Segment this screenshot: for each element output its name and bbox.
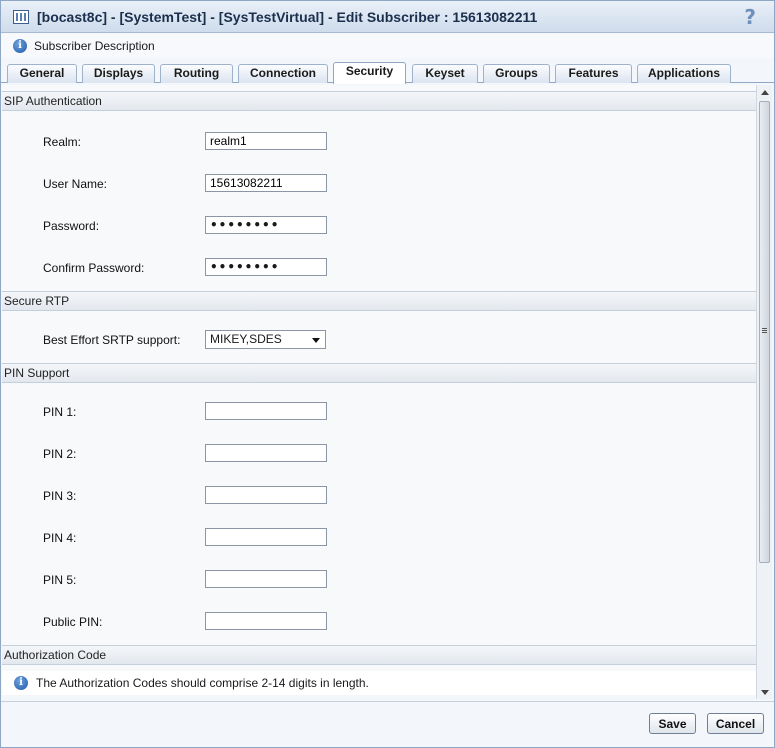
confirm-password-input[interactable]: ••••••••	[205, 258, 327, 276]
dialog-footer: Save Cancel	[1, 701, 774, 747]
pin1-input[interactable]	[205, 402, 327, 420]
srtp-support-value: MIKEY,SDES	[210, 332, 282, 346]
pin5-input[interactable]	[205, 570, 327, 588]
scroll-down-arrow-icon[interactable]	[761, 690, 769, 695]
edit-subscriber-window: [bocast8c] - [SystemTest] - [SysTestVirt…	[0, 0, 775, 748]
info-icon: i	[13, 39, 27, 53]
pin3-input[interactable]	[205, 486, 327, 504]
authorization-code-header: Authorization Code	[2, 645, 756, 665]
pin-support-header: PIN Support	[2, 363, 756, 383]
tab-routing[interactable]: Routing	[160, 64, 233, 83]
tab-bar: General Displays Routing Connection Secu…	[1, 61, 774, 84]
cancel-button[interactable]: Cancel	[707, 713, 764, 734]
pin5-label: PIN 5:	[43, 573, 77, 587]
public-pin-input[interactable]	[205, 612, 327, 630]
help-icon[interactable]: ?	[744, 5, 756, 29]
user-name-label: User Name:	[43, 177, 108, 191]
save-button[interactable]: Save	[649, 713, 696, 734]
pin3-label: PIN 3:	[43, 489, 77, 503]
tab-groups[interactable]: Groups	[483, 64, 550, 83]
tab-features[interactable]: Features	[555, 64, 632, 83]
password-input[interactable]: ••••••••	[205, 216, 327, 234]
srtp-support-select[interactable]: MIKEY,SDES	[205, 330, 326, 349]
confirm-password-label: Confirm Password:	[43, 261, 145, 275]
public-pin-label: Public PIN:	[43, 615, 103, 629]
vertical-scrollbar[interactable]	[756, 85, 772, 699]
secure-rtp-header: Secure RTP	[2, 291, 756, 311]
sip-authentication-header: SIP Authentication	[2, 91, 756, 111]
realm-input[interactable]	[205, 132, 327, 150]
security-panel: SIP Authentication Realm: User Name: Pas…	[2, 85, 756, 695]
authorization-note-text: The Authorization Codes should comprise …	[36, 676, 369, 690]
srtp-support-label: Best Effort SRTP support:	[43, 333, 181, 347]
info-icon: i	[14, 676, 28, 690]
pin4-label: PIN 4:	[43, 531, 77, 545]
authorization-note: i The Authorization Codes should compris…	[2, 671, 756, 695]
pin2-label: PIN 2:	[43, 447, 77, 461]
pin2-input[interactable]	[205, 444, 327, 462]
user-name-input[interactable]	[205, 174, 327, 192]
tab-displays[interactable]: Displays	[82, 64, 155, 83]
pin1-label: PIN 1:	[43, 405, 77, 419]
dropdown-arrow-icon	[312, 338, 320, 343]
window-title: [bocast8c] - [SystemTest] - [SysTestVirt…	[37, 8, 538, 25]
subscriber-description-bar[interactable]: i Subscriber Description	[1, 34, 774, 58]
tab-connection[interactable]: Connection	[238, 64, 328, 83]
tab-general[interactable]: General	[7, 64, 77, 83]
tab-keyset[interactable]: Keyset	[412, 64, 478, 83]
password-label: Password:	[43, 219, 100, 233]
table-icon	[13, 9, 29, 24]
scroll-thumb[interactable]	[759, 101, 770, 563]
realm-label: Realm:	[43, 135, 82, 149]
scroll-up-arrow-icon[interactable]	[761, 90, 769, 95]
tab-applications[interactable]: Applications	[637, 64, 731, 83]
subscriber-description-label: Subscriber Description	[34, 39, 155, 53]
tab-security[interactable]: Security	[333, 62, 406, 84]
title-bar: [bocast8c] - [SystemTest] - [SysTestVirt…	[1, 1, 774, 33]
grip-icon	[762, 328, 767, 334]
pin4-input[interactable]	[205, 528, 327, 546]
